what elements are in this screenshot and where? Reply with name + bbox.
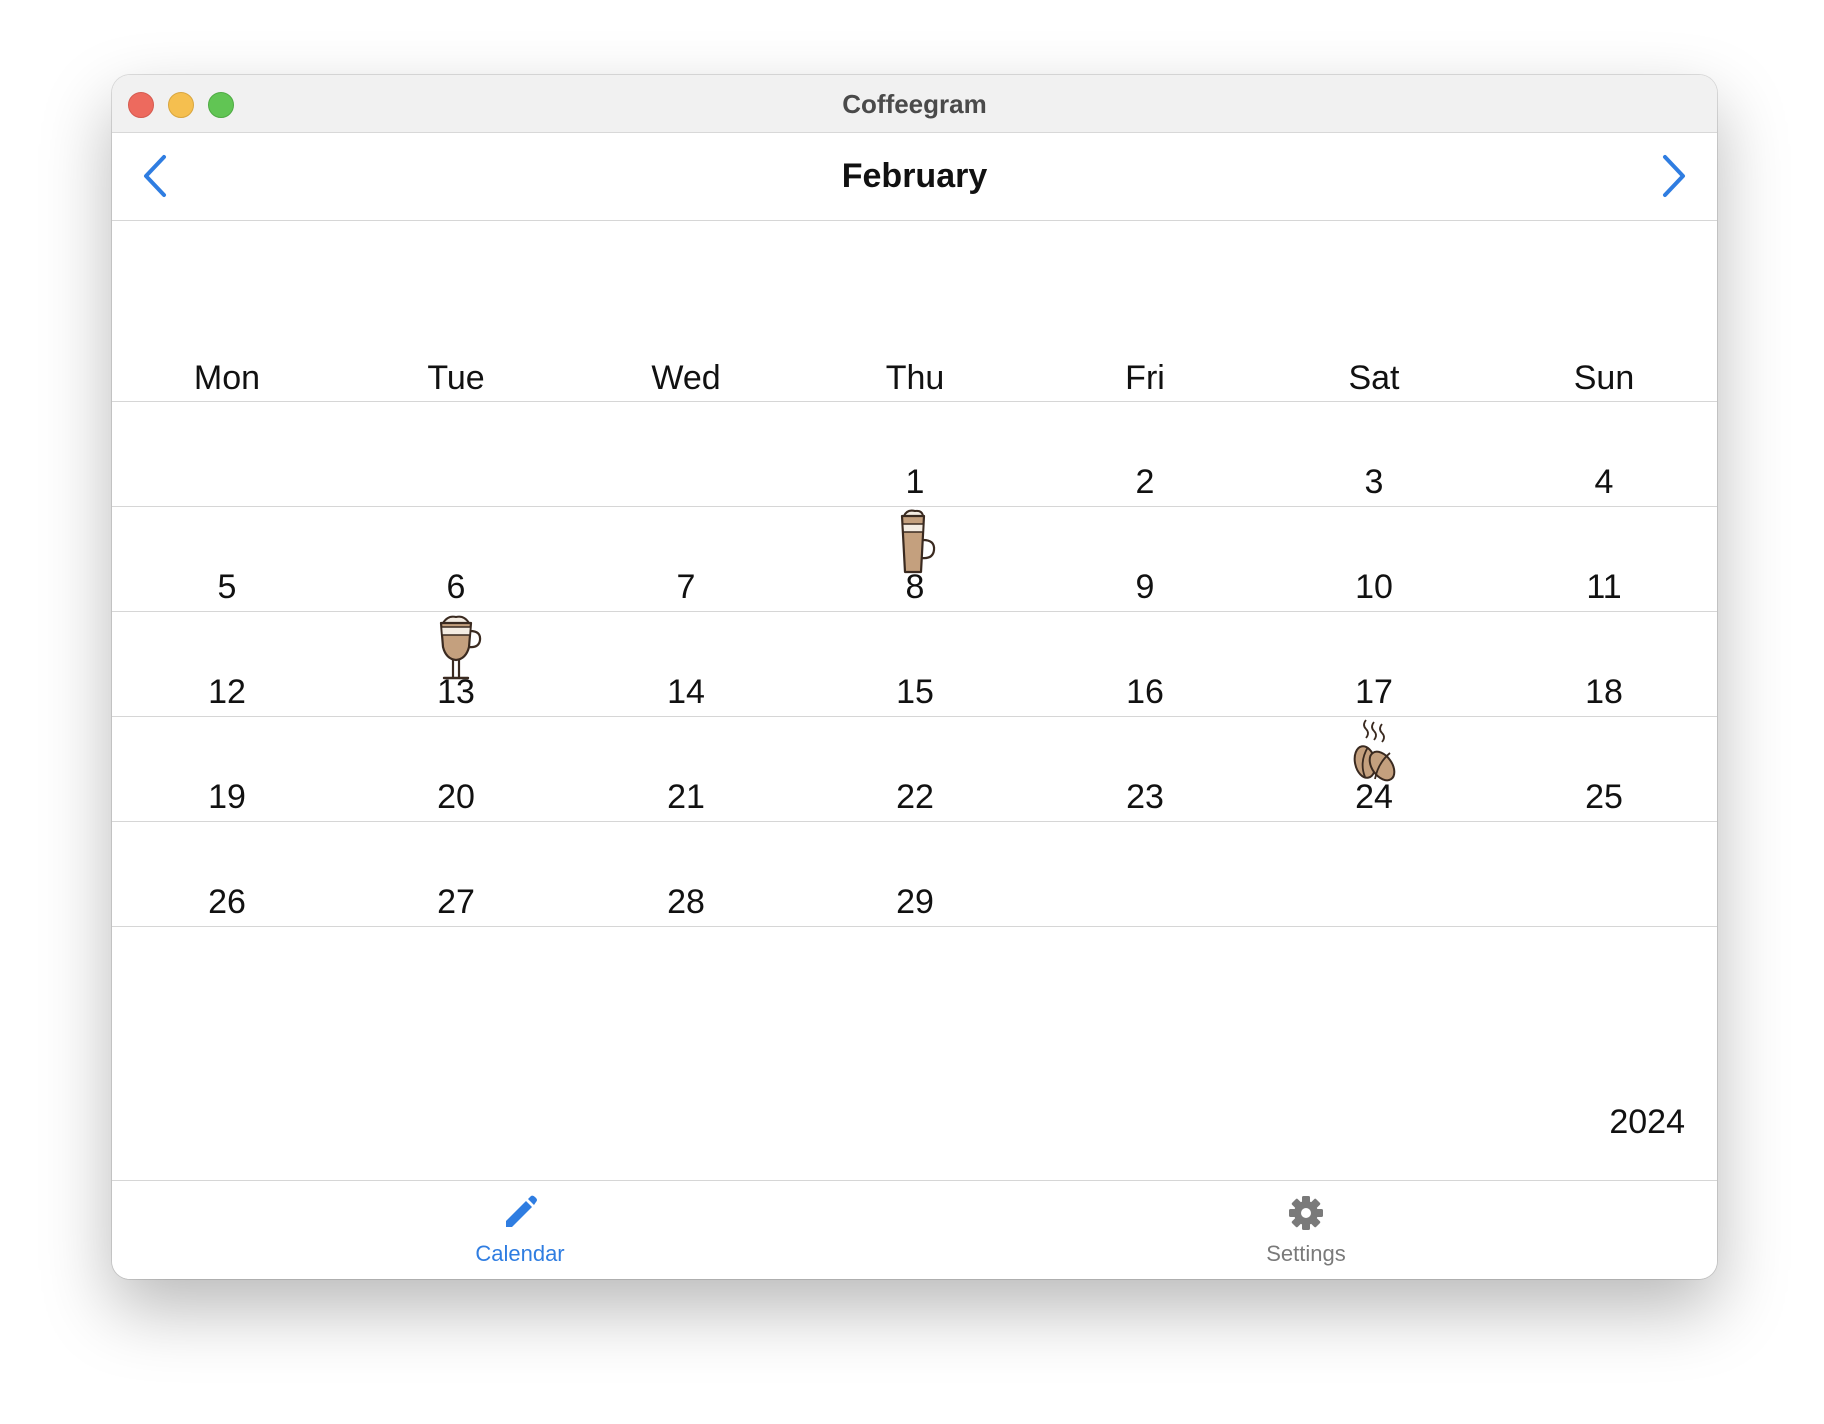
day-number: 25 — [1585, 778, 1623, 816]
drink-icon-wrapper — [1344, 718, 1404, 786]
day-cell-15[interactable]: 15 — [815, 612, 1015, 716]
week-row: 26 27 28 29 — [112, 822, 1717, 927]
weekday-label-wed: Wed — [651, 359, 721, 397]
day-cell-19[interactable]: 19 — [127, 717, 327, 821]
day-cell-5[interactable]: 5 — [127, 507, 327, 611]
empty-day-cell — [127, 402, 327, 506]
day-number: 18 — [1585, 673, 1623, 711]
title-bar: Coffeegram — [112, 75, 1717, 133]
day-cell-2[interactable]: 2 — [1045, 402, 1245, 506]
week-row: 5 6 7 8 9 10 11 — [112, 507, 1717, 612]
day-cell-24[interactable]: 24 — [1274, 717, 1474, 821]
month-title: February — [841, 157, 988, 195]
next-month-button[interactable] — [1647, 151, 1697, 201]
day-cell-16[interactable]: 16 — [1045, 612, 1245, 716]
day-cell-10[interactable]: 10 — [1274, 507, 1474, 611]
day-number: 2 — [1135, 463, 1155, 501]
day-number: 24 — [1355, 778, 1393, 816]
day-number: 21 — [667, 778, 705, 816]
tab-label: Calendar — [475, 1241, 565, 1266]
day-number: 12 — [208, 673, 246, 711]
day-number: 26 — [208, 883, 246, 921]
day-cell-17[interactable]: 17 — [1274, 612, 1474, 716]
day-number: 27 — [437, 883, 475, 921]
day-number: 3 — [1364, 463, 1384, 501]
day-cell-26[interactable]: 26 — [127, 822, 327, 926]
day-cell-28[interactable]: 28 — [586, 822, 786, 926]
day-number: 8 — [905, 568, 925, 606]
day-cell-1[interactable]: 1 — [815, 402, 1015, 506]
window-title: Coffeegram — [842, 89, 987, 119]
day-cell-20[interactable]: 20 — [356, 717, 556, 821]
week-row: 12 13 14 15 16 17 18 — [112, 612, 1717, 717]
day-cell-8[interactable]: 8 — [815, 507, 1015, 611]
day-cell-14[interactable]: 14 — [586, 612, 786, 716]
day-cell-12[interactable]: 12 — [127, 612, 327, 716]
day-number: 13 — [437, 673, 475, 711]
drink-icon-wrapper — [426, 613, 486, 681]
year-label: 2024 — [1609, 1103, 1685, 1141]
day-cell-7[interactable]: 7 — [586, 507, 786, 611]
day-number: 6 — [446, 568, 466, 606]
week-row: 1 2 3 4 — [112, 402, 1717, 507]
day-number: 20 — [437, 778, 475, 816]
day-number: 29 — [896, 883, 934, 921]
weekday-label-sun: Sun — [1573, 359, 1635, 397]
day-number: 17 — [1355, 673, 1393, 711]
day-cell-3[interactable]: 3 — [1274, 402, 1474, 506]
empty-day-cell — [586, 402, 786, 506]
irish-coffee-icon — [439, 615, 482, 680]
weekday-label-thu: Thu — [885, 359, 945, 397]
tab-calendar[interactable]: Calendar — [420, 1193, 620, 1267]
weekday-header-row: Mon Tue Wed Thu Fri Sat Sun — [112, 221, 1717, 402]
day-number: 9 — [1135, 568, 1155, 606]
day-cell-13[interactable]: 13 — [356, 612, 556, 716]
day-number: 11 — [1586, 568, 1622, 606]
day-number: 5 — [217, 568, 237, 606]
day-cell-21[interactable]: 21 — [586, 717, 786, 821]
day-number: 15 — [896, 673, 934, 711]
empty-day-cell — [1045, 822, 1245, 926]
weekday-label-sat: Sat — [1348, 359, 1400, 397]
day-number: 7 — [676, 568, 696, 606]
chevron-right-icon — [1663, 155, 1685, 197]
day-cell-4[interactable]: 4 — [1504, 402, 1704, 506]
day-number: 4 — [1594, 463, 1614, 501]
day-cell-6[interactable]: 6 — [356, 507, 556, 611]
empty-day-cell — [1504, 822, 1704, 926]
day-number: 22 — [896, 778, 934, 816]
day-number: 19 — [208, 778, 246, 816]
day-cell-23[interactable]: 23 — [1045, 717, 1245, 821]
weekday-label-tue: Tue — [427, 359, 485, 397]
day-cell-9[interactable]: 9 — [1045, 507, 1245, 611]
day-number: 14 — [667, 673, 705, 711]
tab-settings[interactable]: Settings — [1206, 1193, 1406, 1267]
month-navigation-bar: February — [112, 133, 1717, 221]
gear-icon — [1289, 1196, 1323, 1230]
weekday-label-mon: Mon — [193, 359, 261, 397]
day-number: 1 — [905, 463, 925, 501]
empty-day-cell — [1274, 822, 1474, 926]
tab-bar: Calendar Settings — [112, 1180, 1717, 1279]
weekday-label-fri: Fri — [1125, 359, 1165, 397]
day-cell-29[interactable]: 29 — [815, 822, 1015, 926]
day-cell-27[interactable]: 27 — [356, 822, 556, 926]
latte-glass-icon — [900, 509, 936, 574]
day-number: 28 — [667, 883, 705, 921]
day-number: 16 — [1126, 673, 1164, 711]
day-number: 10 — [1355, 568, 1393, 606]
empty-day-cell — [356, 402, 556, 506]
app-window: Coffeegram February Mon Tue Wed Thu Fri Sat Su… — [112, 75, 1717, 1279]
day-cell-11[interactable]: 11 — [1504, 507, 1704, 611]
week-row: 19 20 21 22 23 24 25 — [112, 717, 1717, 822]
day-cell-18[interactable]: 18 — [1504, 612, 1704, 716]
drink-icon-wrapper — [885, 508, 945, 576]
day-cell-22[interactable]: 22 — [815, 717, 1015, 821]
coffee-beans-icon — [1353, 719, 1396, 782]
pencil-icon — [506, 1195, 537, 1227]
day-cell-25[interactable]: 25 — [1504, 717, 1704, 821]
day-number: 23 — [1126, 778, 1164, 816]
tab-label: Settings — [1266, 1241, 1346, 1266]
